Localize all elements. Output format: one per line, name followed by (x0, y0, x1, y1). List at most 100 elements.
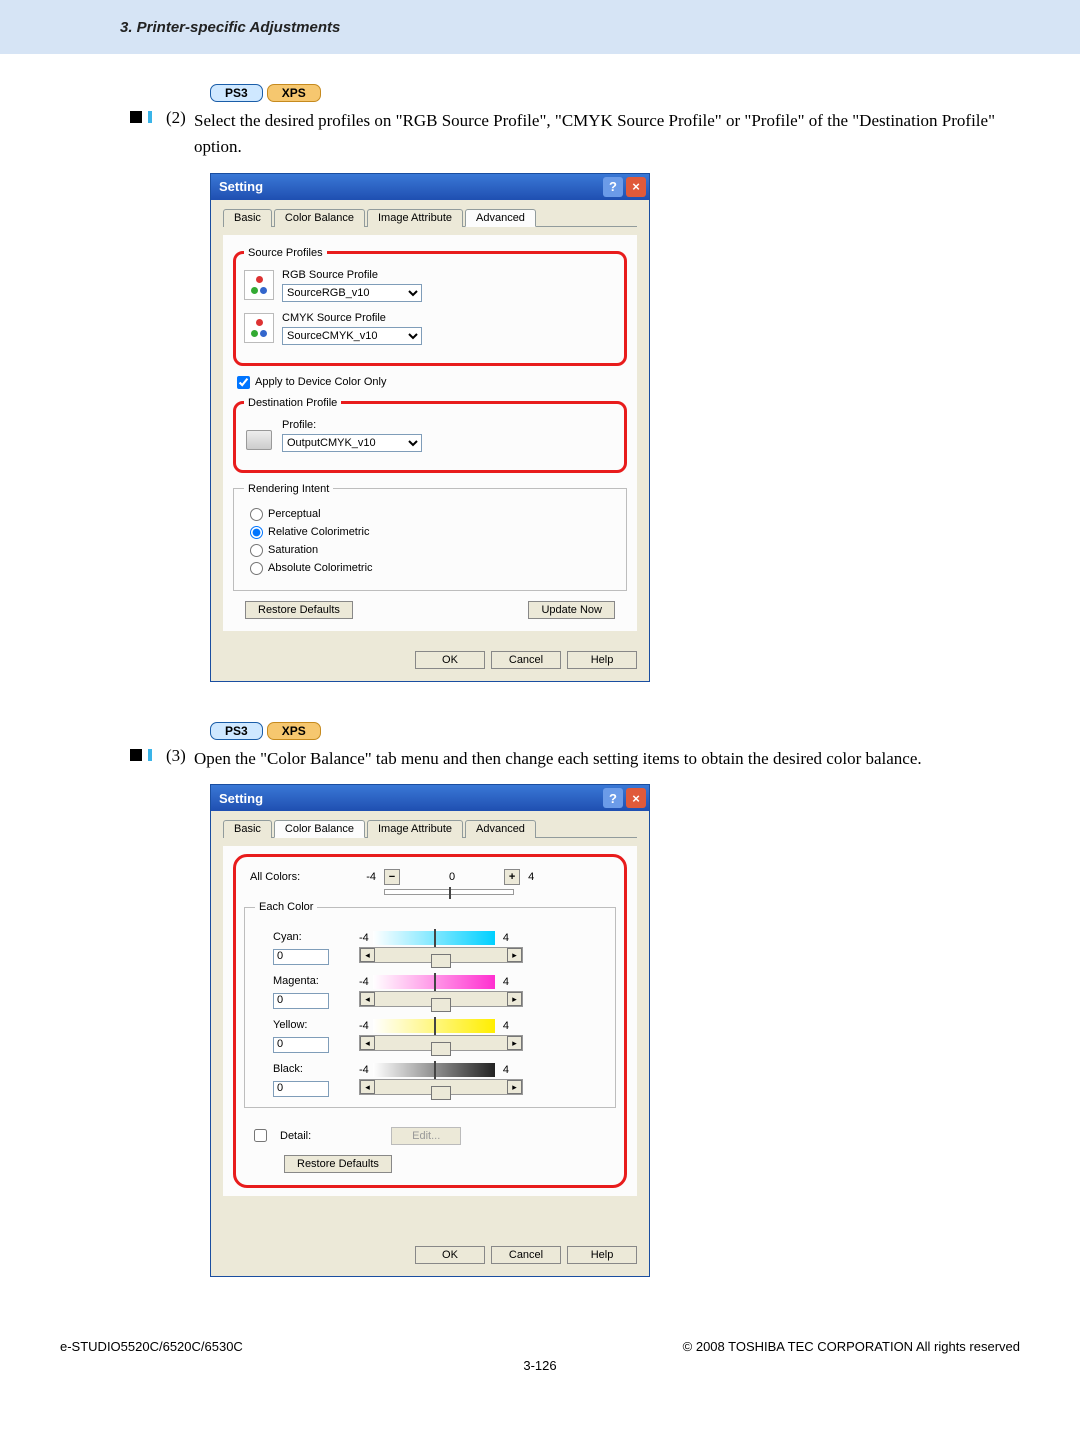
badge-row-2: PS3 XPS (210, 722, 1020, 740)
ri-perceptual-label: Perceptual (268, 508, 321, 520)
help-icon[interactable]: ? (603, 177, 623, 197)
tab-image-attribute[interactable]: Image Attribute (367, 209, 463, 227)
all-colors-label: All Colors: (250, 871, 358, 883)
rgb-icon (244, 270, 274, 300)
yellow-slider[interactable]: ◂ ▸ (359, 1035, 523, 1051)
cancel-button[interactable]: Cancel (491, 1246, 561, 1264)
detail-checkbox[interactable] (254, 1129, 267, 1142)
radio-relative[interactable] (250, 526, 263, 539)
right-arrow-icon[interactable]: ▸ (507, 1036, 522, 1050)
left-arrow-icon[interactable]: ◂ (360, 1036, 375, 1050)
bars-icon (144, 111, 152, 123)
tab-advanced[interactable]: Advanced (465, 209, 536, 227)
radio-absolute[interactable] (250, 562, 263, 575)
page-content: PS3 XPS (2) Select the desired profiles … (0, 84, 1080, 1317)
apply-device-label: Apply to Device Color Only (255, 376, 386, 388)
edit-button[interactable]: Edit... (391, 1127, 461, 1145)
right-arrow-icon[interactable]: ▸ (507, 992, 522, 1006)
tab-basic[interactable]: Basic (223, 209, 272, 227)
rendering-intent-legend: Rendering Intent (244, 483, 333, 495)
tabs: Basic Color Balance Image Attribute Adva… (223, 819, 637, 838)
cancel-button[interactable]: Cancel (491, 651, 561, 669)
magenta-gradient: -4 4 (359, 975, 509, 989)
help-button[interactable]: Help (567, 1246, 637, 1264)
dest-label: Profile: (282, 419, 422, 431)
badge-ps3: PS3 (210, 722, 263, 740)
apply-device-checkbox[interactable] (237, 376, 250, 389)
left-arrow-icon[interactable]: ◂ (360, 992, 375, 1006)
ri-saturation-label: Saturation (268, 544, 318, 556)
minus-button[interactable]: − (384, 869, 400, 885)
cb-highlight: All Colors: -4 − 0 + 4 (233, 854, 627, 1188)
step-number: (3) (166, 746, 194, 766)
update-now-button[interactable]: Update Now (528, 601, 615, 619)
titlebar[interactable]: Setting ? × (211, 785, 649, 811)
ok-button[interactable]: OK (415, 1246, 485, 1264)
magenta-label: Magenta: (273, 975, 359, 987)
source-profiles-legend: Source Profiles (244, 247, 327, 259)
footer: e-STUDIO5520C/6520C/6530C © 2008 TOSHIBA… (0, 1317, 1080, 1354)
yellow-label: Yellow: (273, 1019, 359, 1031)
setting-dialog-advanced: Setting ? × Basic Color Balance Image At… (210, 173, 650, 682)
black-slider[interactable]: ◂ ▸ (359, 1079, 523, 1095)
step-3: (3) Open the "Color Balance" tab menu an… (130, 746, 1020, 772)
close-icon[interactable]: × (626, 788, 646, 808)
ok-button[interactable]: OK (415, 651, 485, 669)
restore-defaults-button[interactable]: Restore Defaults (284, 1155, 392, 1173)
setting-dialog-color-balance: Setting ? × Basic Color Balance Image At… (210, 784, 650, 1277)
scale-zero: 0 (449, 871, 455, 883)
cyan-label: Cyan: (273, 931, 359, 943)
badge-row-1: PS3 XPS (210, 84, 1020, 102)
footer-right: © 2008 TOSHIBA TEC CORPORATION All right… (683, 1339, 1020, 1354)
black-value[interactable]: 0 (273, 1081, 329, 1097)
printer-icon (244, 420, 274, 450)
titlebar[interactable]: Setting ? × (211, 174, 649, 200)
rgb-source-combo[interactable]: SourceRGB_v10 (282, 284, 422, 302)
radio-perceptual[interactable] (250, 508, 263, 521)
source-profiles-group: Source Profiles RGB Source Profile Sourc… (233, 247, 627, 366)
black-label: Black: (273, 1063, 359, 1075)
right-arrow-icon[interactable]: ▸ (507, 948, 522, 962)
doc-header: 3. Printer-specific Adjustments (0, 0, 1080, 54)
cmyk-label: CMYK Source Profile (282, 312, 422, 324)
tab-basic[interactable]: Basic (223, 820, 272, 838)
destination-profile-combo[interactable]: OutputCMYK_v10 (282, 434, 422, 452)
footer-left: e-STUDIO5520C/6520C/6530C (60, 1339, 243, 1354)
cyan-value[interactable]: 0 (273, 949, 329, 965)
rendering-intent-group: Rendering Intent Perceptual Relative Col… (233, 483, 627, 591)
yellow-gradient: -4 4 (359, 1019, 509, 1033)
help-button[interactable]: Help (567, 651, 637, 669)
left-arrow-icon[interactable]: ◂ (360, 1080, 375, 1094)
cmyk-icon (244, 313, 274, 343)
right-arrow-icon[interactable]: ▸ (507, 1080, 522, 1094)
scale-pos: 4 (528, 871, 540, 883)
page-number: 3-126 (0, 1358, 1080, 1373)
each-color-group: Each Color Cyan: 0 -4 4 (244, 901, 616, 1108)
tab-color-balance[interactable]: Color Balance (274, 820, 365, 838)
detail-label: Detail: (280, 1130, 311, 1142)
step-text: Open the "Color Balance" tab menu and th… (194, 746, 922, 772)
magenta-slider[interactable]: ◂ ▸ (359, 991, 523, 1007)
magenta-value[interactable]: 0 (273, 993, 329, 1009)
left-arrow-icon[interactable]: ◂ (360, 948, 375, 962)
bars-icon (144, 749, 152, 761)
cyan-slider[interactable]: ◂ ▸ (359, 947, 523, 963)
destination-legend: Destination Profile (244, 397, 341, 409)
yellow-value[interactable]: 0 (273, 1037, 329, 1053)
close-icon[interactable]: × (626, 177, 646, 197)
advanced-panel: Source Profiles RGB Source Profile Sourc… (223, 235, 637, 631)
step-text: Select the desired profiles on "RGB Sour… (194, 108, 1020, 161)
radio-saturation[interactable] (250, 544, 263, 557)
cmyk-source-combo[interactable]: SourceCMYK_v10 (282, 327, 422, 345)
scale-neg: -4 (358, 871, 376, 883)
tab-image-attribute[interactable]: Image Attribute (367, 820, 463, 838)
tab-advanced[interactable]: Advanced (465, 820, 536, 838)
ri-relative-label: Relative Colorimetric (268, 526, 369, 538)
plus-button[interactable]: + (504, 869, 520, 885)
restore-defaults-button[interactable]: Restore Defaults (245, 601, 353, 619)
tab-color-balance[interactable]: Color Balance (274, 209, 365, 227)
badge-xps: XPS (267, 84, 321, 102)
all-colors-track[interactable] (384, 889, 514, 895)
tabs: Basic Color Balance Image Attribute Adva… (223, 208, 637, 227)
help-icon[interactable]: ? (603, 788, 623, 808)
